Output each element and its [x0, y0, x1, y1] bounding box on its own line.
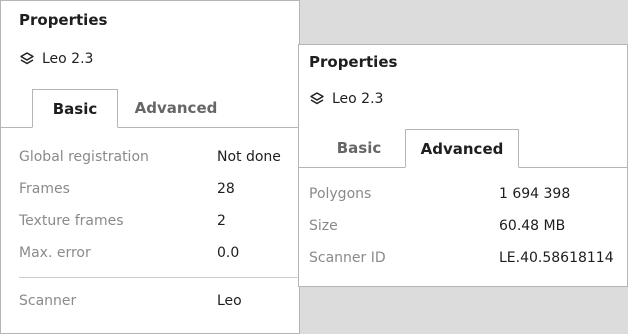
row-label-scanner-id: Scanner ID — [309, 250, 386, 266]
tab-advanced[interactable]: Advanced — [405, 129, 519, 168]
row-label-global-registration: Global registration — [19, 149, 149, 165]
row-value-frames: 28 — [217, 181, 235, 197]
row-label-size: Size — [309, 218, 338, 234]
properties-panel-advanced: Properties Leo 2.3 Basic Advanced Polygo… — [298, 44, 628, 287]
panel-title: Properties — [19, 11, 108, 29]
tab-advanced[interactable]: Advanced — [123, 89, 229, 127]
row-value-global-registration: Not done — [217, 149, 281, 165]
divider — [19, 277, 299, 278]
tab-basic[interactable]: Basic — [32, 89, 118, 128]
properties-panel-basic: Properties Leo 2.3 Basic Advanced Global… — [0, 0, 300, 334]
tab-strip: Basic Advanced — [1, 89, 299, 128]
row-value-polygons: 1 694 398 — [499, 186, 571, 202]
model-name: Leo 2.3 — [309, 91, 383, 107]
row-value-texture-frames: 2 — [217, 213, 226, 229]
row-label-scanner: Scanner — [19, 293, 77, 309]
row-label-texture-frames: Texture frames — [19, 213, 124, 229]
tab-basic[interactable]: Basic — [313, 129, 405, 167]
row-label-max-error: Max. error — [19, 245, 91, 261]
row-label-frames: Frames — [19, 181, 70, 197]
layers-icon — [20, 52, 34, 65]
tab-strip: Basic Advanced — [299, 129, 627, 168]
layers-icon — [310, 92, 324, 105]
row-value-size: 60.48 MB — [499, 218, 566, 234]
row-label-polygons: Polygons — [309, 186, 372, 202]
row-value-scanner: Leo — [217, 293, 242, 309]
model-name-text: Leo 2.3 — [332, 91, 384, 107]
row-value-max-error: 0.0 — [217, 245, 240, 261]
row-value-scanner-id: LE.40.58618114 — [499, 250, 614, 266]
model-name: Leo 2.3 — [19, 51, 93, 67]
panel-title: Properties — [309, 53, 398, 71]
model-name-text: Leo 2.3 — [42, 51, 94, 67]
